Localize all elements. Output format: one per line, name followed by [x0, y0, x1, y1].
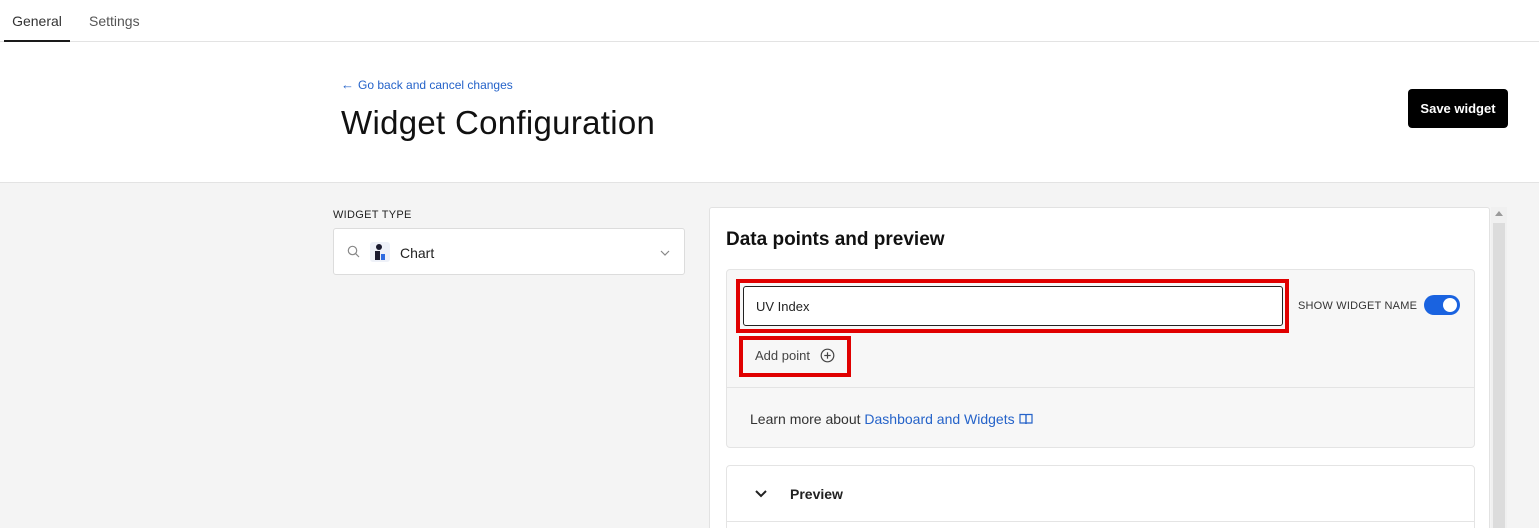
add-point-button[interactable]: Add point [755, 348, 835, 363]
widget-name-input[interactable] [743, 286, 1283, 326]
data-points-panel: Data points and preview SHOW WIDGET NAME… [709, 207, 1490, 528]
page-title: Widget Configuration [341, 104, 656, 141]
chevron-down-icon [755, 490, 767, 498]
toggle-knob [1443, 298, 1457, 312]
arrow-left-icon: ← [341, 77, 354, 92]
add-point-label: Add point [755, 348, 810, 363]
show-widget-name-toggle[interactable] [1424, 295, 1460, 315]
divider [727, 387, 1474, 388]
data-point-card: SHOW WIDGET NAME Add point Learn more ab… [726, 269, 1475, 448]
widget-type-select[interactable]: Chart [333, 228, 685, 275]
back-link-label: Go back and cancel changes [358, 78, 513, 92]
preview-toggle[interactable]: Preview [727, 466, 1474, 522]
preview-section: Preview [726, 465, 1475, 528]
widget-type-value: Chart [400, 245, 435, 261]
save-widget-button[interactable]: Save widget [1408, 89, 1508, 128]
dashboard-widgets-link[interactable]: Dashboard and Widgets [864, 411, 1014, 427]
tab-bar: General Settings [0, 0, 1539, 42]
search-icon [347, 245, 360, 258]
book-icon [1019, 413, 1033, 425]
learn-more-text: Learn more about Dashboard and Widgets [750, 411, 1033, 427]
scrollbar-thumb[interactable] [1493, 223, 1505, 528]
panel-title: Data points and preview [726, 229, 945, 250]
chart-type-icon [370, 242, 390, 262]
page-header: ← Go back and cancel changes Widget Confi… [0, 42, 1539, 183]
scrollbar[interactable] [1491, 207, 1507, 528]
learn-more-prefix: Learn more about [750, 411, 865, 427]
chevron-down-icon [660, 250, 670, 256]
scroll-up-arrow-icon[interactable] [1495, 211, 1503, 216]
preview-label: Preview [790, 486, 843, 502]
back-link[interactable]: ← Go back and cancel changes [341, 77, 513, 92]
widget-type-label: WIDGET TYPE [333, 209, 412, 221]
show-widget-name-label: SHOW WIDGET NAME [1298, 300, 1418, 312]
tab-general[interactable]: General [4, 0, 70, 42]
plus-circle-icon [820, 348, 834, 363]
tab-settings[interactable]: Settings [89, 0, 140, 42]
